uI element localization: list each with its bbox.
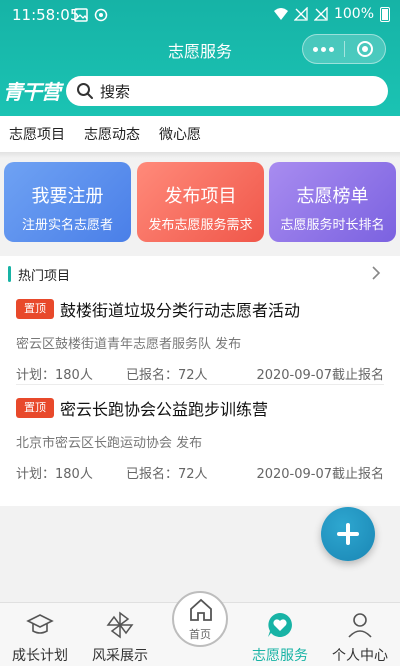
applied-count: 已报名：72人 bbox=[126, 467, 208, 482]
sync-icon bbox=[94, 8, 108, 22]
card-title: 志愿榜单 bbox=[296, 186, 369, 207]
tab-volunteer-news[interactable]: 志愿动态 bbox=[84, 116, 140, 152]
project-item[interactable]: 置顶 鼓楼街道垃圾分类行动志愿者活动 密云区鼓楼街道青年志愿者服务队 发布 计划：… bbox=[16, 297, 384, 383]
nav-label: 志愿服务 bbox=[252, 648, 308, 664]
applied-count: 已报名：72人 bbox=[126, 368, 208, 383]
project-meta: 计划：180人 已报名：72人 2020-09-07截止报名 bbox=[16, 463, 384, 482]
register-card[interactable]: 我要注册 注册实名志愿者 bbox=[4, 162, 131, 242]
home-circle: 首页 bbox=[172, 591, 228, 647]
bottom-nav: 成长计划 风采展示 首页 志愿服务 个人中心 bbox=[0, 591, 400, 666]
status-time: 11:58:05 bbox=[12, 6, 80, 24]
search-input[interactable]: 搜索 bbox=[66, 76, 388, 106]
planned-count: 计划：180人 bbox=[16, 368, 93, 383]
graduation-cap-icon bbox=[26, 614, 54, 634]
nav-showcase[interactable]: 风采展示 bbox=[80, 603, 160, 666]
nav-growth-plan[interactable]: 成长计划 bbox=[0, 603, 80, 666]
status-notification-icons bbox=[74, 8, 108, 22]
project-title[interactable]: 密云长跑协会公益跑步训练营 bbox=[60, 396, 268, 420]
feature-cards: 我要注册 注册实名志愿者 发布项目 发布志愿服务需求 志愿榜单 志愿服务时长排名 bbox=[4, 162, 398, 242]
battery-percent: 100% bbox=[333, 6, 374, 22]
card-subtitle: 志愿服务时长排名 bbox=[280, 218, 385, 233]
app-header: 11:58:05 100% 志愿服务 青干营 搜索 bbox=[0, 0, 400, 116]
planned-count: 计划：180人 bbox=[16, 467, 93, 482]
publish-project-card[interactable]: 发布项目 发布志愿服务需求 bbox=[137, 162, 264, 242]
app-logo: 青干营 bbox=[3, 80, 61, 104]
more-options-button[interactable] bbox=[303, 34, 344, 64]
project-meta: 计划：180人 已报名：72人 2020-09-07截止报名 bbox=[16, 364, 384, 383]
project-title[interactable]: 鼓楼街道垃圾分类行动志愿者活动 bbox=[60, 297, 300, 321]
pinned-badge: 置顶 bbox=[16, 299, 54, 319]
card-subtitle: 注册实名志愿者 bbox=[21, 218, 113, 233]
project-item[interactable]: 置顶 密云长跑协会公益跑步训练营 北京市密云区长跑运动协会 发布 计划：180人 … bbox=[16, 396, 384, 482]
nav-label: 成长计划 bbox=[12, 648, 68, 664]
battery-icon bbox=[380, 6, 390, 22]
leaderboard-card[interactable]: 志愿榜单 志愿服务时长排名 bbox=[269, 162, 396, 242]
image-icon bbox=[74, 8, 88, 22]
status-right: 100% bbox=[273, 6, 390, 22]
status-bar: 11:58:05 100% bbox=[0, 0, 400, 32]
chevron-right-icon[interactable] bbox=[370, 265, 382, 281]
home-icon bbox=[190, 598, 212, 621]
tab-bar: 志愿项目 志愿动态 微心愿 bbox=[0, 116, 400, 155]
tab-micro-wish[interactable]: 微心愿 bbox=[159, 116, 201, 152]
search-row: 青干营 搜索 bbox=[0, 74, 400, 110]
section-accent-bar bbox=[8, 266, 11, 282]
pinwheel-icon bbox=[106, 611, 134, 639]
nav-label: 首页 bbox=[189, 628, 211, 641]
search-placeholder: 搜索 bbox=[100, 82, 131, 101]
card-title: 我要注册 bbox=[31, 186, 104, 207]
heart-chat-icon bbox=[268, 613, 292, 637]
signal-icon bbox=[313, 7, 328, 21]
tabs-shadow bbox=[0, 152, 400, 158]
project-publisher: 密云区鼓楼街道青年志愿者服务队 发布 bbox=[16, 337, 242, 352]
card-subtitle: 发布志愿服务需求 bbox=[148, 218, 253, 233]
deadline: 2020-09-07截止报名 bbox=[256, 368, 384, 383]
divider bbox=[16, 384, 384, 385]
user-icon bbox=[348, 613, 372, 638]
signal-icon bbox=[293, 7, 308, 21]
search-icon bbox=[77, 83, 93, 99]
card-title: 发布项目 bbox=[164, 186, 237, 207]
nav-volunteer-service[interactable]: 志愿服务 bbox=[240, 603, 320, 666]
wifi-icon bbox=[273, 8, 288, 20]
nav-home[interactable]: 首页 bbox=[160, 591, 240, 666]
nav-personal-center[interactable]: 个人中心 bbox=[320, 603, 400, 666]
miniprogram-capsule bbox=[302, 34, 386, 64]
hot-projects-section: 热门项目 置顶 鼓楼街道垃圾分类行动志愿者活动 密云区鼓楼街道青年志愿者服务队 发… bbox=[0, 256, 400, 506]
nav-label: 风采展示 bbox=[92, 648, 148, 664]
title-bar: 志愿服务 bbox=[0, 32, 400, 66]
project-publisher: 北京市密云区长跑运动协会 发布 bbox=[16, 436, 203, 451]
section-title: 热门项目 bbox=[18, 269, 71, 284]
pinned-badge: 置顶 bbox=[16, 398, 54, 418]
add-button[interactable] bbox=[321, 507, 375, 561]
deadline: 2020-09-07截止报名 bbox=[256, 467, 384, 482]
close-miniprogram-button[interactable] bbox=[344, 34, 385, 64]
target-icon bbox=[356, 41, 373, 57]
nav-label: 个人中心 bbox=[332, 648, 388, 664]
tab-volunteer-projects[interactable]: 志愿项目 bbox=[9, 116, 65, 155]
